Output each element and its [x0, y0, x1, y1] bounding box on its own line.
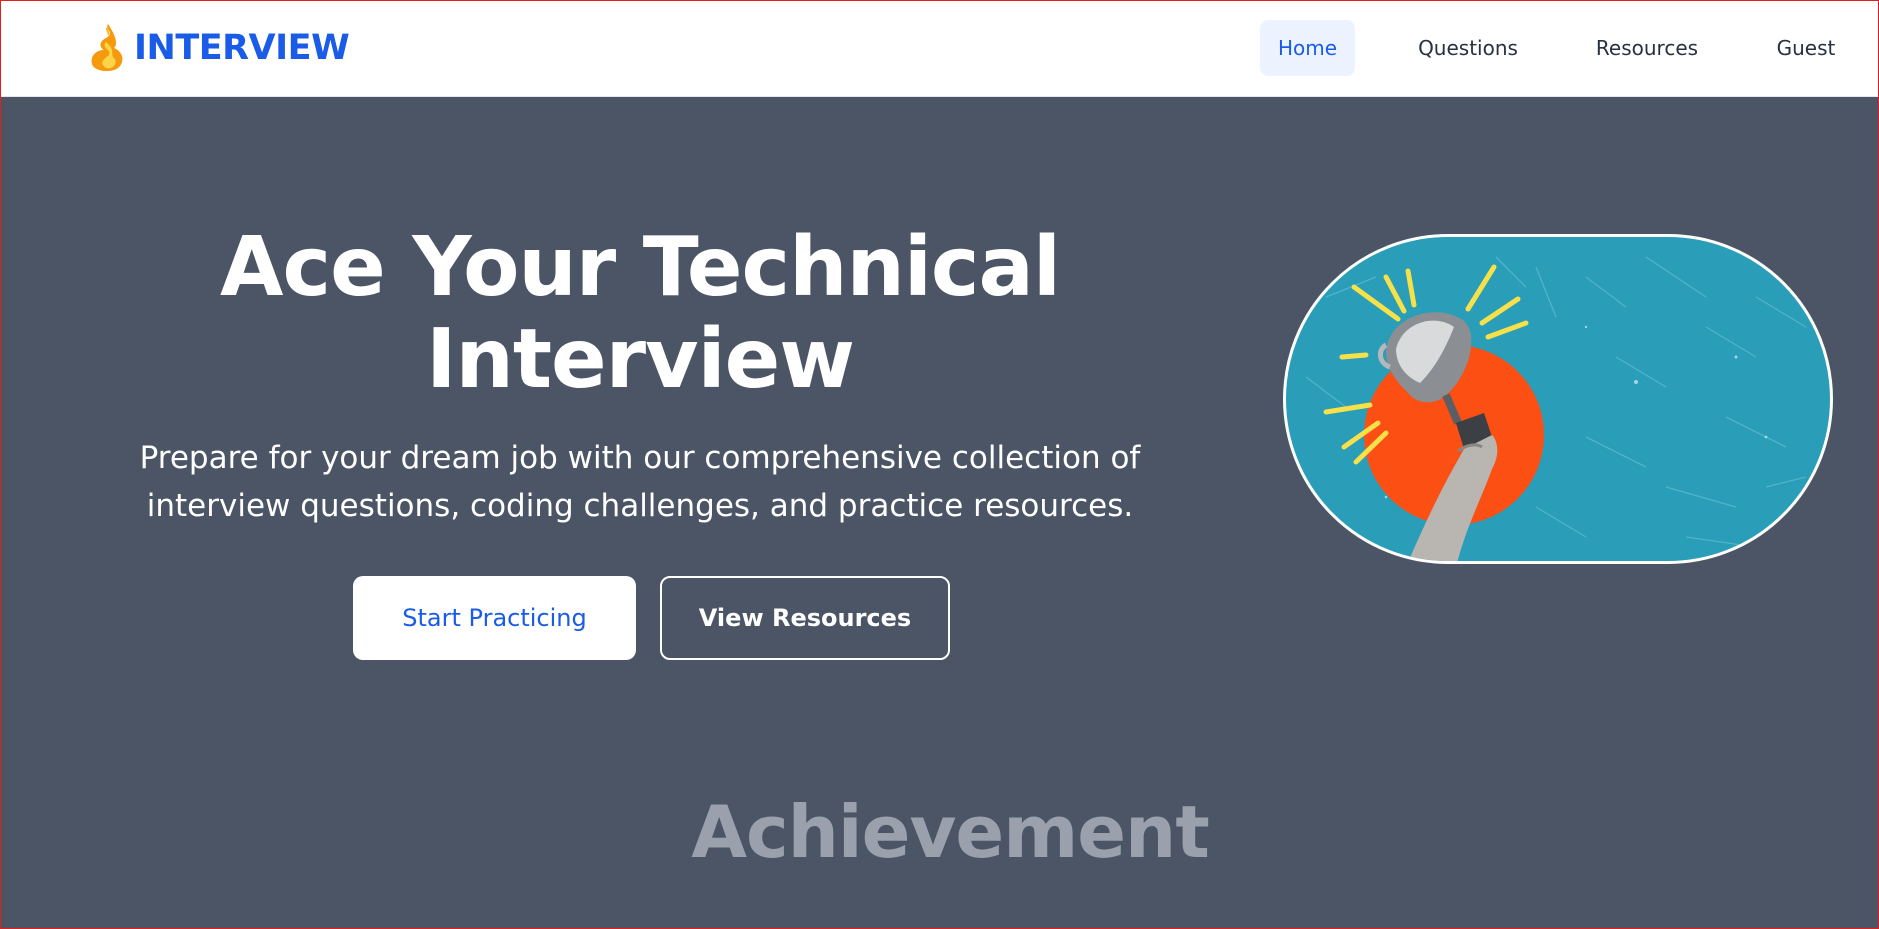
achievement-title: Achievement — [691, 790, 1209, 874]
nav-guest[interactable]: Guest — [1760, 20, 1852, 76]
view-resources-button[interactable]: View Resources — [660, 576, 950, 660]
hero-title-line1: Ace Your Technical — [220, 220, 1061, 315]
brand-name: INTERVIEW — [134, 28, 350, 68]
hero-title: Ace Your Technical Interview — [120, 222, 1160, 406]
navbar: INTERVIEW Home Questions Resources Guest — [0, 0, 1879, 97]
nav-questions[interactable]: Questions — [1398, 20, 1538, 76]
start-practicing-button[interactable]: Start Practicing — [353, 576, 636, 660]
hero-subtitle-line2: interview questions, coding challenges, … — [146, 488, 1134, 524]
hero-subtitle-line1: Prepare for your dream job with our comp… — [139, 440, 1141, 476]
hero-subtitle: Prepare for your dream job with our comp… — [110, 434, 1170, 530]
flame-logo-icon — [86, 22, 126, 74]
nav-resources[interactable]: Resources — [1580, 20, 1714, 76]
trophy-hand-illustration — [1283, 234, 1833, 564]
brand-logo-link[interactable]: INTERVIEW — [86, 22, 350, 74]
hero-title-line2: Interview — [425, 312, 855, 407]
nav-home[interactable]: Home — [1260, 20, 1355, 76]
